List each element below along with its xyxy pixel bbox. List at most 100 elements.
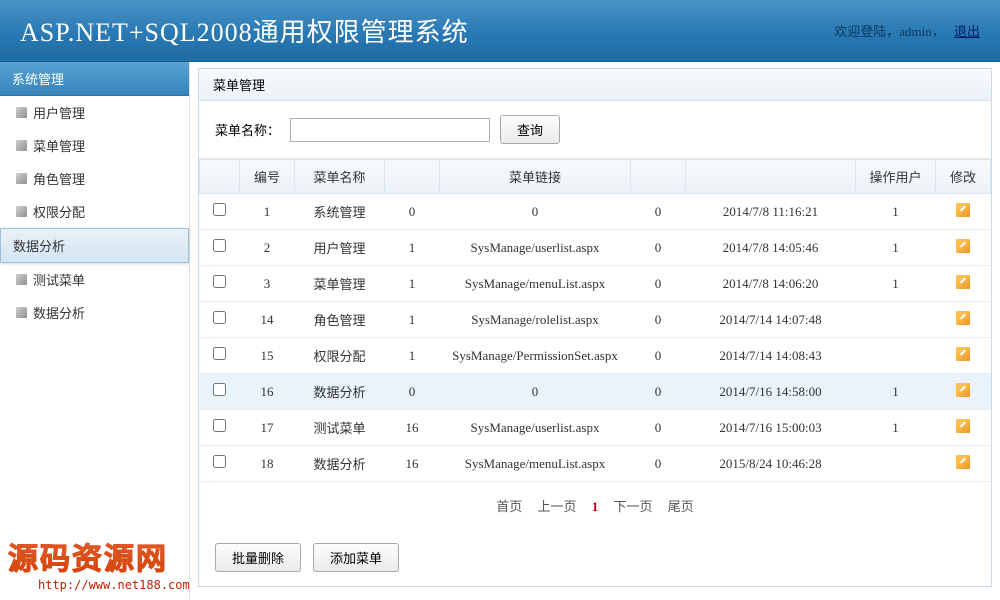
search-button[interactable]: 查询 bbox=[500, 115, 560, 144]
sidebar-item[interactable]: 权限分配 bbox=[0, 195, 189, 228]
user-cell: 1 bbox=[856, 374, 936, 410]
time-cell: 2014/7/16 15:00:03 bbox=[686, 410, 856, 446]
row-checkbox[interactable] bbox=[213, 203, 226, 216]
column-header bbox=[631, 160, 686, 194]
sidebar-item[interactable]: 数据分析 bbox=[0, 296, 189, 329]
panel-title: 菜单管理 bbox=[199, 69, 991, 101]
table-row: 17测试菜单16SysManage/userlist.aspx02014/7/1… bbox=[200, 410, 991, 446]
edit-icon[interactable] bbox=[956, 383, 970, 397]
page-icon bbox=[16, 107, 27, 118]
id-cell: 16 bbox=[240, 374, 295, 410]
welcome-text: 欢迎登陆， bbox=[834, 24, 899, 39]
checkbox-cell bbox=[200, 374, 240, 410]
edit-cell bbox=[936, 230, 991, 266]
sidebar-item-label: 测试菜单 bbox=[33, 270, 85, 289]
pager-first[interactable]: 首页 bbox=[496, 499, 522, 514]
menu-name-input[interactable] bbox=[290, 118, 490, 142]
user-cell bbox=[856, 446, 936, 482]
table-row: 3菜单管理1SysManage/menuList.aspx02014/7/8 1… bbox=[200, 266, 991, 302]
link-cell: SysManage/PermissionSet.aspx bbox=[440, 338, 631, 374]
page-icon bbox=[16, 140, 27, 151]
sidebar-item[interactable]: 测试菜单 bbox=[0, 263, 189, 296]
column-header: 修改 bbox=[936, 160, 991, 194]
menu-panel: 菜单管理 菜单名称： 查询 编号菜单名称菜单链接操作用户修改 1系统管理0002… bbox=[198, 68, 992, 587]
checkbox-cell bbox=[200, 302, 240, 338]
col2-cell: 0 bbox=[631, 446, 686, 482]
pager-prev[interactable]: 上一页 bbox=[537, 499, 576, 514]
row-checkbox[interactable] bbox=[213, 311, 226, 324]
column-header bbox=[686, 160, 856, 194]
sidebar-group-header[interactable]: 系统管理 bbox=[0, 62, 189, 96]
logout-link[interactable]: 退出 bbox=[954, 24, 980, 39]
search-label: 菜单名称： bbox=[215, 120, 280, 139]
table-row: 18数据分析16SysManage/menuList.aspx02015/8/2… bbox=[200, 446, 991, 482]
header-user-area: 欢迎登陆，admin， 退出 bbox=[834, 21, 980, 40]
col1-cell: 1 bbox=[385, 338, 440, 374]
id-cell: 2 bbox=[240, 230, 295, 266]
name-cell: 权限分配 bbox=[295, 338, 385, 374]
row-checkbox[interactable] bbox=[213, 419, 226, 432]
row-checkbox[interactable] bbox=[213, 275, 226, 288]
edit-cell bbox=[936, 266, 991, 302]
row-checkbox[interactable] bbox=[213, 239, 226, 252]
link-cell: SysManage/menuList.aspx bbox=[440, 266, 631, 302]
id-cell: 17 bbox=[240, 410, 295, 446]
bottom-actions: 批量删除 添加菜单 bbox=[199, 529, 991, 586]
time-cell: 2014/7/8 14:05:46 bbox=[686, 230, 856, 266]
row-checkbox[interactable] bbox=[213, 347, 226, 360]
column-header: 操作用户 bbox=[856, 160, 936, 194]
edit-icon[interactable] bbox=[956, 275, 970, 289]
table-row: 1系统管理0002014/7/8 11:16:211 bbox=[200, 194, 991, 230]
col1-cell: 1 bbox=[385, 302, 440, 338]
edit-cell bbox=[936, 446, 991, 482]
time-cell: 2014/7/16 14:58:00 bbox=[686, 374, 856, 410]
time-cell: 2014/7/14 14:07:48 bbox=[686, 302, 856, 338]
table-row: 14角色管理1SysManage/rolelist.aspx02014/7/14… bbox=[200, 302, 991, 338]
username: admin bbox=[899, 24, 932, 39]
sidebar-item-label: 用户管理 bbox=[33, 103, 85, 122]
edit-icon[interactable] bbox=[956, 347, 970, 361]
link-cell: SysManage/userlist.aspx bbox=[440, 410, 631, 446]
edit-cell bbox=[936, 194, 991, 230]
checkbox-cell bbox=[200, 410, 240, 446]
edit-icon[interactable] bbox=[956, 455, 970, 469]
column-header: 编号 bbox=[240, 160, 295, 194]
col2-cell: 0 bbox=[631, 338, 686, 374]
col2-cell: 0 bbox=[631, 302, 686, 338]
id-cell: 1 bbox=[240, 194, 295, 230]
column-header: 菜单链接 bbox=[440, 160, 631, 194]
col2-cell: 0 bbox=[631, 230, 686, 266]
user-cell: 1 bbox=[856, 410, 936, 446]
edit-cell bbox=[936, 374, 991, 410]
column-header: 菜单名称 bbox=[295, 160, 385, 194]
sidebar-item-label: 角色管理 bbox=[33, 169, 85, 188]
user-cell bbox=[856, 302, 936, 338]
user-cell: 1 bbox=[856, 194, 936, 230]
sidebar-item[interactable]: 用户管理 bbox=[0, 96, 189, 129]
app-title: ASP.NET+SQL2008通用权限管理系统 bbox=[20, 12, 469, 49]
menu-table: 编号菜单名称菜单链接操作用户修改 1系统管理0002014/7/8 11:16:… bbox=[199, 159, 991, 482]
main-content: 菜单管理 菜单名称： 查询 编号菜单名称菜单链接操作用户修改 1系统管理0002… bbox=[190, 62, 1000, 600]
col2-cell: 0 bbox=[631, 374, 686, 410]
sidebar: 系统管理用户管理菜单管理角色管理权限分配数据分析测试菜单数据分析 bbox=[0, 62, 190, 600]
sidebar-item[interactable]: 菜单管理 bbox=[0, 129, 189, 162]
pager-next[interactable]: 下一页 bbox=[614, 499, 653, 514]
edit-icon[interactable] bbox=[956, 203, 970, 217]
time-cell: 2014/7/14 14:08:43 bbox=[686, 338, 856, 374]
page-icon bbox=[16, 307, 27, 318]
pager-last[interactable]: 尾页 bbox=[668, 499, 694, 514]
checkbox-cell bbox=[200, 446, 240, 482]
row-checkbox[interactable] bbox=[213, 455, 226, 468]
edit-icon[interactable] bbox=[956, 419, 970, 433]
table-row: 2用户管理1SysManage/userlist.aspx02014/7/8 1… bbox=[200, 230, 991, 266]
app-header: ASP.NET+SQL2008通用权限管理系统 欢迎登陆，admin， 退出 bbox=[0, 0, 1000, 62]
sidebar-group-header[interactable]: 数据分析 bbox=[0, 228, 189, 263]
edit-icon[interactable] bbox=[956, 311, 970, 325]
sidebar-item-label: 权限分配 bbox=[33, 202, 85, 221]
table-row: 15权限分配1SysManage/PermissionSet.aspx02014… bbox=[200, 338, 991, 374]
edit-icon[interactable] bbox=[956, 239, 970, 253]
add-menu-button[interactable]: 添加菜单 bbox=[313, 543, 399, 572]
batch-delete-button[interactable]: 批量删除 bbox=[215, 543, 301, 572]
sidebar-item[interactable]: 角色管理 bbox=[0, 162, 189, 195]
row-checkbox[interactable] bbox=[213, 383, 226, 396]
